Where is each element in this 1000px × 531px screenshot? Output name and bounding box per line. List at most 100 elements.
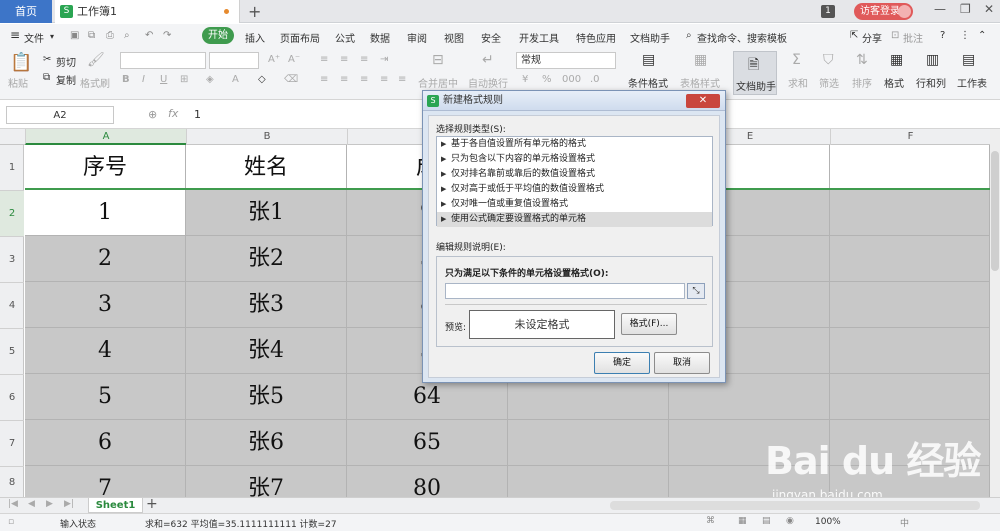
- grow-font-icon[interactable]: A⁺: [268, 54, 280, 65]
- table-style-icon[interactable]: ▦: [694, 52, 707, 68]
- thousands-icon[interactable]: 000: [562, 74, 581, 85]
- sort-button[interactable]: 排序: [852, 75, 872, 90]
- menu-insert[interactable]: 插入: [245, 30, 265, 45]
- table-cell[interactable]: 5: [25, 374, 186, 420]
- table-cell[interactable]: [830, 282, 990, 328]
- name-box[interactable]: A2: [6, 106, 114, 124]
- close-icon[interactable]: ✕: [984, 2, 994, 16]
- merge-center-button[interactable]: 合并居中: [418, 75, 458, 90]
- decimal-icon[interactable]: .0: [590, 74, 600, 85]
- paste-button[interactable]: 粘贴: [8, 75, 28, 90]
- first-sheet-icon[interactable]: |◀: [8, 499, 18, 509]
- font-family-select[interactable]: [120, 52, 206, 69]
- row-header-8[interactable]: 8: [0, 466, 24, 497]
- fx-icon[interactable]: fx: [168, 107, 178, 120]
- percent-icon[interactable]: %: [542, 74, 552, 85]
- help-icon[interactable]: ?: [940, 30, 945, 41]
- annotate-icon[interactable]: ⊡: [891, 30, 899, 41]
- rule-type-item[interactable]: ▶ 仅对高于或低于平均值的数值设置格式: [437, 182, 712, 197]
- annotate-button[interactable]: 批注: [903, 30, 923, 45]
- zoom-level[interactable]: 100%: [815, 517, 841, 527]
- menu-doc-helper[interactable]: 文档助手: [630, 30, 670, 45]
- table-cell[interactable]: [830, 190, 990, 236]
- table-cell[interactable]: 80: [347, 466, 508, 497]
- menu-file[interactable]: 文件: [24, 30, 44, 45]
- row-header-6[interactable]: 6: [0, 374, 24, 420]
- table-cell[interactable]: 7: [25, 466, 186, 497]
- collapse-ribbon-icon[interactable]: ⌃: [978, 30, 986, 41]
- range-picker-icon[interactable]: ⤡: [687, 283, 705, 299]
- row-header-2[interactable]: 2: [0, 190, 24, 236]
- format-painter-icon[interactable]: 🖌: [87, 52, 105, 68]
- undo-icon[interactable]: ↶: [145, 30, 153, 41]
- filter-icon[interactable]: ⛉: [823, 52, 834, 68]
- italic-icon[interactable]: I: [142, 74, 145, 85]
- table-cell[interactable]: 2: [25, 236, 186, 282]
- bold-icon[interactable]: B: [122, 74, 130, 85]
- align-left-icon[interactable]: ≡: [320, 74, 328, 85]
- format-painter-button[interactable]: 格式刷: [80, 75, 110, 90]
- rule-type-list[interactable]: ▶ 基于各自值设置所有单元格的格式 ▶ 只为包含以下内容的单元格设置格式 ▶ 仅对排名…: [436, 136, 713, 227]
- table-cell[interactable]: 张6: [186, 420, 347, 466]
- hamburger-icon[interactable]: ≡: [10, 28, 20, 42]
- menu-start[interactable]: 开始: [202, 27, 234, 44]
- search-commands[interactable]: 查找命令、搜索模板: [697, 30, 787, 45]
- sheet-tab-sheet1[interactable]: Sheet1: [88, 498, 143, 513]
- rule-type-item[interactable]: ▶ 仅对唯一值或重复值设置格式: [437, 197, 712, 212]
- menu-features[interactable]: 特色应用: [576, 30, 616, 45]
- auto-wrap-icon[interactable]: ↵: [482, 52, 494, 68]
- export-icon[interactable]: ⧉: [88, 30, 95, 41]
- menu-view[interactable]: 视图: [444, 30, 464, 45]
- row-header-3[interactable]: 3: [0, 236, 24, 282]
- table-cell[interactable]: 65: [347, 420, 508, 466]
- vertical-scrollbar[interactable]: [990, 129, 1000, 497]
- rule-type-item[interactable]: ▶ 只为包含以下内容的单元格设置格式: [437, 152, 712, 167]
- copy-button[interactable]: 复制: [56, 72, 76, 87]
- row-col-icon[interactable]: ▥: [926, 52, 939, 68]
- menu-data[interactable]: 数据: [370, 30, 390, 45]
- chevron-down-icon[interactable]: ▾: [50, 32, 54, 41]
- column-header-a[interactable]: A: [25, 129, 186, 145]
- table-cell[interactable]: 张5: [186, 374, 347, 420]
- normal-view-icon[interactable]: ▦: [738, 516, 747, 526]
- formula-input[interactable]: 1: [194, 108, 201, 121]
- row-header-5[interactable]: 5: [0, 328, 24, 374]
- sum-icon[interactable]: Σ: [792, 52, 801, 68]
- sum-button[interactable]: 求和: [788, 75, 808, 90]
- format-button[interactable]: 格式: [884, 75, 904, 90]
- justify-icon[interactable]: ≡: [380, 74, 388, 85]
- cancel-button[interactable]: 取消: [654, 352, 710, 374]
- column-header-f[interactable]: F: [830, 129, 990, 145]
- row-header-1[interactable]: 1: [0, 145, 24, 190]
- fill-color-icon[interactable]: ◈: [206, 74, 214, 85]
- prev-sheet-icon[interactable]: ◀: [28, 499, 35, 509]
- table-header-cell[interactable]: 姓名: [186, 145, 347, 190]
- paste-icon[interactable]: 📋: [10, 52, 32, 73]
- menu-formula[interactable]: 公式: [335, 30, 355, 45]
- format-button[interactable]: 格式(F)...: [621, 313, 677, 335]
- indent-icon[interactable]: ⇥: [380, 54, 388, 65]
- table-header-cell[interactable]: 序号: [25, 145, 186, 190]
- minimize-icon[interactable]: —: [934, 2, 946, 16]
- share-icon[interactable]: ⇱: [850, 30, 858, 41]
- table-cell[interactable]: 3: [25, 282, 186, 328]
- formula-input-field[interactable]: [445, 283, 685, 299]
- distribute-icon[interactable]: ≡: [398, 74, 406, 85]
- table-cell[interactable]: 4: [25, 328, 186, 374]
- worksheet-button[interactable]: 工作表: [957, 75, 987, 90]
- table-cell[interactable]: 张2: [186, 236, 347, 282]
- rule-type-item[interactable]: ▶ 基于各自值设置所有单元格的格式: [437, 137, 712, 152]
- row-header-7[interactable]: 7: [0, 420, 24, 466]
- highlight-icon[interactable]: ◇: [258, 74, 266, 85]
- table-cell[interactable]: 张4: [186, 328, 347, 374]
- row-col-button[interactable]: 行和列: [916, 75, 946, 90]
- horizontal-scrollbar[interactable]: [610, 501, 980, 510]
- worksheet-icon[interactable]: ▤: [962, 52, 975, 68]
- align-right-icon[interactable]: ≡: [360, 74, 368, 85]
- table-cell[interactable]: [830, 328, 990, 374]
- table-cell[interactable]: 张3: [186, 282, 347, 328]
- zoom-icon[interactable]: ⊕: [148, 108, 157, 121]
- menu-developer[interactable]: 开发工具: [519, 30, 559, 45]
- align-middle-icon[interactable]: ≡: [340, 54, 348, 65]
- window-count-badge[interactable]: 1: [821, 5, 835, 18]
